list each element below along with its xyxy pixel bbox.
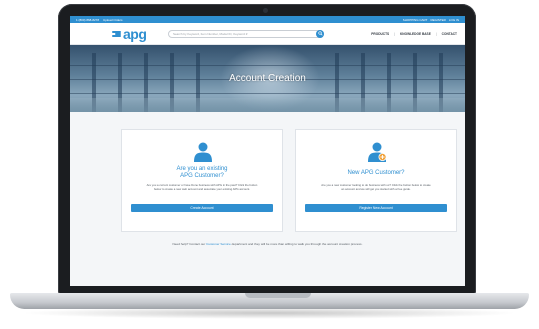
nav-separator: |	[435, 31, 437, 36]
logo-text: apg	[123, 25, 147, 42]
main-content: Are you an existing APG Customer? Are yo…	[70, 112, 465, 286]
nav-separator: |	[394, 31, 395, 36]
upload-orders-link[interactable]: Upload Orders	[103, 18, 123, 22]
shopping-cart-link[interactable]: SHOPPING CART	[403, 18, 428, 22]
apg-logo[interactable]: apg	[112, 27, 158, 41]
search-icon	[317, 31, 323, 36]
browser-screen: 1 (800) 868-8278 Upload Orders SHOPPING …	[70, 16, 465, 286]
help-text: Need help? Contact our Customer Service …	[172, 242, 363, 246]
webcam	[263, 8, 268, 13]
nav-knowledge-base[interactable]: KNOWLEDGE BASE	[400, 32, 431, 36]
login-link[interactable]: LOG IN	[449, 18, 459, 22]
site-header: apg Search by Keyword, Item Number, Mode…	[70, 23, 465, 45]
laptop-mockup: 1 (800) 868-8278 Upload Orders SHOPPING …	[0, 0, 539, 329]
search-input[interactable]: Search by Keyword, Item Number, Model ID…	[168, 29, 324, 38]
laptop-notch	[245, 293, 311, 298]
phone-number[interactable]: 1 (800) 868-8278	[76, 18, 99, 22]
page-title: Account Creation	[229, 73, 306, 84]
laptop-base	[10, 293, 529, 309]
customer-service-link[interactable]: Customer Service	[206, 242, 231, 246]
logo-mark-icon	[112, 30, 121, 37]
create-account-button[interactable]: Create Account	[131, 204, 273, 212]
new-customer-card: New APG Customer? Are you a new customer…	[295, 129, 457, 232]
search-placeholder: Search by Keyword, Item Number, Model ID…	[173, 31, 248, 36]
search-button[interactable]	[316, 29, 324, 38]
main-nav: PRODUCTS | KNOWLEDGE BASE | CONTACT	[371, 32, 457, 36]
nav-contact[interactable]: CONTACT	[442, 32, 457, 36]
hero-floor	[70, 98, 465, 112]
utility-bar: 1 (800) 868-8278 Upload Orders SHOPPING …	[70, 16, 465, 23]
register-new-account-button[interactable]: Register New Account	[305, 204, 447, 212]
hero-banner: Account Creation	[70, 45, 465, 112]
card-description: Are you a current customer or have Done …	[146, 183, 258, 191]
register-link[interactable]: REGISTER	[430, 18, 445, 22]
card-title: New APG Customer?	[347, 170, 405, 176]
card-description: Are you a new customer looking to do bus…	[321, 183, 431, 191]
existing-customer-card: Are you an existing APG Customer? Are yo…	[121, 129, 283, 232]
add-user-icon	[368, 142, 386, 162]
user-icon	[194, 142, 212, 162]
nav-products[interactable]: PRODUCTS	[371, 32, 389, 36]
card-title: Are you an existing APG Customer?	[176, 166, 228, 179]
